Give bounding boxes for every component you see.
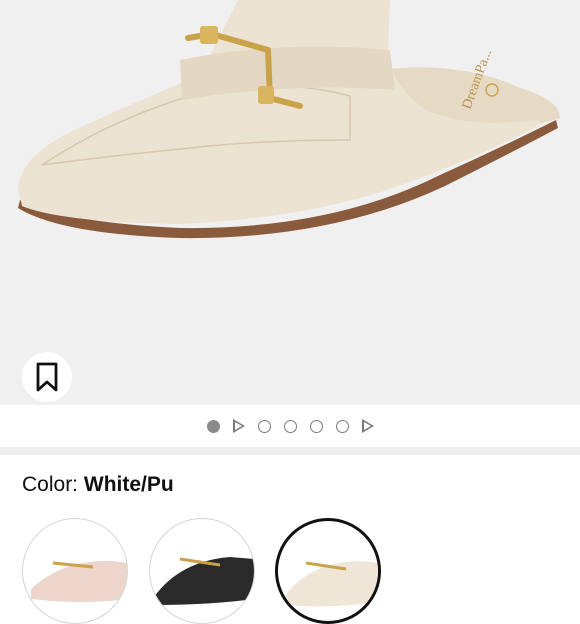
black-shoe-thumbnail: [154, 557, 254, 605]
carousel-indicator: [0, 405, 580, 447]
save-button[interactable]: [22, 352, 72, 402]
selected-color-value: White/Pu: [83, 473, 174, 496]
color-swatch-pink[interactable]: [22, 518, 128, 624]
carousel-dot[interactable]: [257, 419, 271, 433]
color-selector-label: Color: White/Pu: [22, 473, 174, 497]
product-shoe-image: DreamPa...: [18, 0, 560, 239]
carousel-dot[interactable]: [283, 419, 297, 433]
product-image-hero[interactable]: DreamPa...: [0, 0, 580, 405]
section-divider: [0, 447, 580, 455]
carousel-dot[interactable]: [206, 419, 220, 433]
carousel-video-indicator[interactable]: [361, 419, 374, 433]
carousel-video-indicator[interactable]: [232, 419, 245, 433]
color-swatch-black[interactable]: [149, 518, 255, 624]
white-shoe-thumbnail: [284, 561, 378, 607]
carousel-dot[interactable]: [309, 419, 323, 433]
carousel-dot[interactable]: [335, 419, 349, 433]
bookmark-icon: [36, 362, 58, 392]
color-swatch-white-pu[interactable]: [275, 518, 381, 624]
pink-shoe-thumbnail: [31, 560, 127, 602]
color-label: Color:: [22, 473, 79, 496]
